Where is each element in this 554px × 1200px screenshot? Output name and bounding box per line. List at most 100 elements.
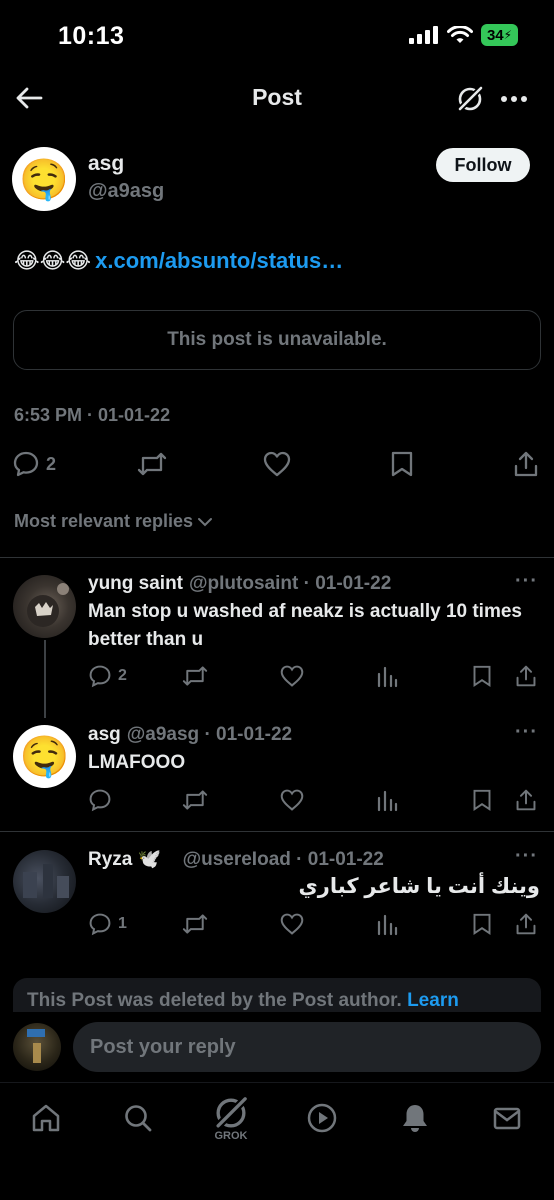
status-time: 10:13 xyxy=(58,22,125,50)
reply-author-name[interactable]: asg xyxy=(88,724,121,745)
repost-action[interactable] xyxy=(182,912,208,936)
reply-date: · 01-01-22 xyxy=(204,724,293,745)
post-timestamp: 6:53 PM · 01-01-22 xyxy=(14,405,171,425)
like-action[interactable] xyxy=(279,912,305,936)
heart-icon xyxy=(263,451,291,477)
repost-action[interactable] xyxy=(182,788,208,812)
play-circle-icon xyxy=(307,1103,337,1133)
follow-button[interactable]: Follow xyxy=(436,148,530,182)
like-action[interactable] xyxy=(279,788,305,812)
reply-count: 1 xyxy=(118,915,127,932)
search-icon xyxy=(125,1105,152,1132)
reply-date: · 01-01-22 xyxy=(296,849,384,870)
reply-author-handle[interactable]: @usereIoad xyxy=(183,849,291,870)
reply-author-name[interactable]: yung saint xyxy=(88,573,183,594)
photo-avatar-icon xyxy=(23,864,69,898)
current-user-avatar[interactable] xyxy=(13,1023,61,1071)
repost-icon xyxy=(182,914,208,934)
share-icon xyxy=(516,913,536,935)
share-icon xyxy=(516,789,536,811)
repost-icon xyxy=(137,452,167,476)
reply-text: LMAFOOO xyxy=(88,752,186,773)
comment-icon xyxy=(13,451,39,477)
bookmark-icon xyxy=(473,665,491,687)
tab-video[interactable] xyxy=(302,1098,342,1138)
like-action[interactable] xyxy=(279,664,305,688)
tab-grok[interactable] xyxy=(211,1093,251,1133)
reply-input-placeholder: Post your reply xyxy=(90,1035,236,1058)
reply-more-button[interactable]: ··· xyxy=(515,845,538,868)
share-action[interactable] xyxy=(515,912,537,936)
views-action[interactable] xyxy=(376,912,398,936)
chevron-down-icon xyxy=(198,517,213,526)
comment-icon xyxy=(89,789,111,812)
divider xyxy=(0,831,554,832)
bookmark-icon xyxy=(391,451,413,477)
reply-date: · 01-01-22 xyxy=(303,573,392,594)
grok-icon xyxy=(215,1096,248,1129)
bookmark-icon xyxy=(473,913,491,935)
reply-action[interactable]: 2 xyxy=(88,664,127,688)
reply-action[interactable] xyxy=(88,788,112,812)
reply-header: yung saint @pIutosaint · 01-01-22 xyxy=(88,573,391,595)
author-name[interactable]: asg xyxy=(88,152,124,176)
post-emojis: 😂😂😂 xyxy=(14,248,92,273)
reply-avatar[interactable]: 🤤 xyxy=(13,725,76,788)
repost-icon xyxy=(182,790,208,810)
share-action[interactable] xyxy=(515,664,537,688)
post-text: 😂😂😂 x.com/absunto/status… xyxy=(14,248,343,274)
comment-icon xyxy=(89,913,111,936)
author-avatar[interactable]: 🤤 xyxy=(12,147,76,211)
share-action[interactable] xyxy=(513,450,539,478)
reply-author-name[interactable]: Ryza 🕊️ xyxy=(88,849,161,870)
unavailable-quote-card: This post is unavailable. xyxy=(13,310,541,370)
reply-action[interactable]: 2 xyxy=(12,450,56,478)
reply-input[interactable]: Post your reply xyxy=(73,1022,541,1072)
battery-level: 34 xyxy=(486,26,504,44)
sort-label: Most relevant replies xyxy=(14,511,194,531)
photo-avatar-icon xyxy=(27,583,69,627)
reply-header: Ryza 🕊️ @usereIoad · 01-01-22 xyxy=(88,847,384,871)
reply-author-handle[interactable]: @a9asg xyxy=(127,724,199,745)
views-action[interactable] xyxy=(376,664,398,688)
reply-avatar[interactable] xyxy=(13,850,76,913)
unavailable-text: This post is unavailable. xyxy=(167,329,387,350)
tab-messages[interactable] xyxy=(487,1098,527,1138)
face-emoji-avatar-icon: 🤤 xyxy=(19,735,70,779)
tab-home[interactable] xyxy=(26,1098,66,1138)
grok-button[interactable] xyxy=(454,84,486,114)
tab-notifications[interactable] xyxy=(395,1098,435,1138)
cellular-signal-icon xyxy=(409,26,438,44)
repost-action[interactable] xyxy=(182,664,208,688)
face-emoji-avatar-icon: 🤤 xyxy=(19,157,69,202)
like-action[interactable] xyxy=(262,450,292,478)
post-link[interactable]: x.com/absunto/status… xyxy=(95,248,343,274)
reply-text: وينك أنت يا شاعر كباري xyxy=(298,875,540,898)
views-action[interactable] xyxy=(376,788,398,812)
heart-icon xyxy=(280,665,304,687)
bookmark-action[interactable] xyxy=(390,450,414,478)
reply-avatar[interactable] xyxy=(13,575,76,638)
wifi-icon xyxy=(447,25,473,43)
analytics-icon xyxy=(377,790,398,812)
reply-more-button[interactable]: ··· xyxy=(515,721,538,744)
reply-header: asg @a9asg · 01-01-22 xyxy=(88,724,292,746)
author-handle[interactable]: @a9asg xyxy=(88,180,164,203)
reply-author-handle[interactable]: @pIutosaint xyxy=(189,573,298,594)
reply-action[interactable]: 1 xyxy=(88,912,127,936)
grok-icon xyxy=(457,85,484,112)
learn-more-link[interactable]: Learn xyxy=(407,990,459,1011)
reply-count: 2 xyxy=(118,667,127,684)
bookmark-action[interactable] xyxy=(472,788,492,812)
heart-icon xyxy=(280,913,304,935)
repost-action[interactable] xyxy=(137,450,167,478)
bookmark-action[interactable] xyxy=(472,664,492,688)
sort-replies-dropdown[interactable]: Most relevant replies xyxy=(14,511,213,532)
more-options-button[interactable] xyxy=(498,86,530,112)
share-action[interactable] xyxy=(515,788,537,812)
tab-grok-label: GROK xyxy=(214,1130,248,1142)
reply-more-button[interactable]: ··· xyxy=(515,570,538,593)
heart-icon xyxy=(280,789,304,811)
bookmark-action[interactable] xyxy=(472,912,492,936)
tab-search[interactable] xyxy=(118,1098,158,1138)
